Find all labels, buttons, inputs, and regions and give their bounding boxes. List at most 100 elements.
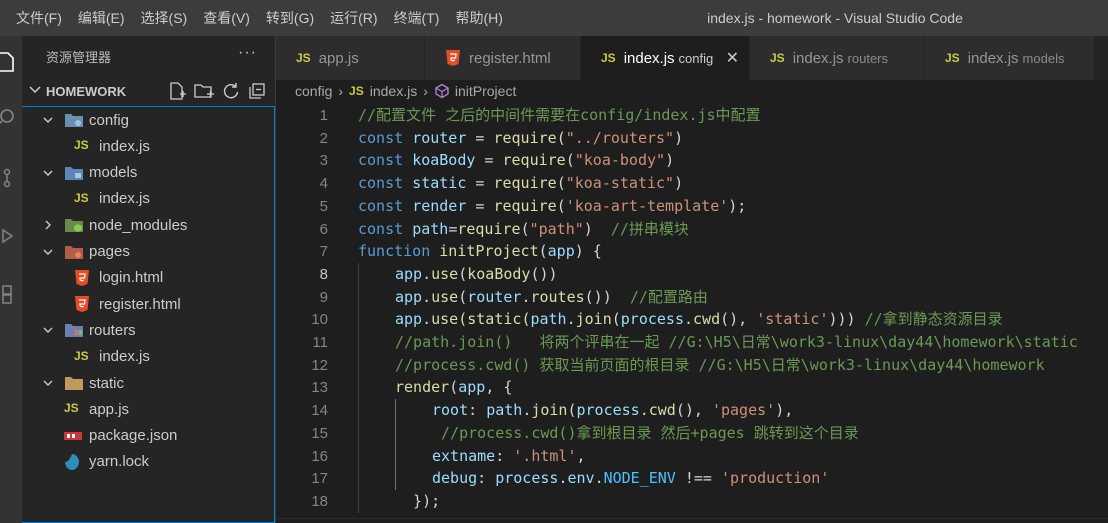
menu-item[interactable]: 运行(R) xyxy=(322,0,385,36)
code-token: process xyxy=(576,401,640,420)
models-folder-icon xyxy=(65,166,83,180)
indent-guide xyxy=(358,353,359,377)
breadcrumb-folder[interactable]: config xyxy=(295,83,332,99)
tab-label: index.js xyxy=(967,49,1019,67)
code-token: = xyxy=(466,174,494,193)
code-text: }); xyxy=(395,490,440,513)
code-text: app.use(koaBody()) xyxy=(395,263,558,286)
tree-item[interactable]: JS index.js xyxy=(22,133,274,159)
code-token: cwd xyxy=(693,310,721,329)
chevron-down-icon[interactable] xyxy=(28,82,42,96)
editor-tab[interactable]: register.html xyxy=(425,36,581,80)
menu-item[interactable]: 编辑(E) xyxy=(70,0,133,36)
editor-tab[interactable]: JS index.js models xyxy=(925,36,1095,80)
tree-item[interactable]: JS app.js xyxy=(22,396,274,422)
code-token: (), xyxy=(675,401,712,420)
code-token: static xyxy=(412,174,467,193)
menu-item[interactable]: 选择(S) xyxy=(133,0,196,36)
tree-item[interactable]: package.json xyxy=(22,423,274,449)
tree-item[interactable]: static xyxy=(22,370,274,396)
breadcrumb-file[interactable]: index.js xyxy=(370,83,417,99)
tree-item-label: models xyxy=(89,164,138,182)
extensions-icon[interactable] xyxy=(0,282,18,306)
tree-item[interactable]: login.html xyxy=(22,265,274,291)
editor-tab[interactable]: JS index.js config ✕ xyxy=(581,36,750,80)
code-token: debug xyxy=(432,469,478,488)
code-token: . xyxy=(522,401,532,420)
code-token: env xyxy=(567,469,595,488)
breadcrumb-symbol[interactable]: initProject xyxy=(455,83,516,99)
code-token: require xyxy=(493,196,557,215)
code-editor[interactable]: 1 //配置文件 之后的中间件需要在config/index.js中配置 2 cons… xyxy=(276,102,1108,523)
tree-item-label: login.html xyxy=(99,269,164,287)
js-file-icon: JS xyxy=(945,51,960,65)
code-text: function initProject(app) { xyxy=(358,240,602,263)
menu-item[interactable]: 终端(T) xyxy=(386,0,448,36)
more-actions-icon[interactable]: ··· xyxy=(238,44,257,62)
workspace-section-header[interactable]: HOMEWORK xyxy=(22,76,275,106)
tree-item[interactable]: JS index.js xyxy=(22,186,274,212)
close-tab-icon[interactable]: ✕ xyxy=(726,48,739,68)
run-debug-icon[interactable] xyxy=(0,224,18,248)
code-token: . xyxy=(422,310,432,329)
menu-item[interactable]: 帮助(H) xyxy=(447,0,510,36)
code-token: process xyxy=(620,310,684,329)
tree-item[interactable]: JS index.js xyxy=(22,344,274,370)
code-token: //process.cwd()拿到根目录 然后+pages 跳转到这个目录 xyxy=(432,423,859,442)
code-token: "path" xyxy=(529,219,584,238)
collapse-all-icon[interactable] xyxy=(247,81,267,101)
indent-guide xyxy=(395,421,396,445)
tree-item[interactable]: models xyxy=(22,160,274,186)
tree-item-label: routers xyxy=(89,321,136,339)
code-line: 4 const static = require("koa-static") xyxy=(276,172,1108,195)
html-file-icon xyxy=(75,269,89,286)
new-file-icon[interactable] xyxy=(167,81,187,101)
code-token: "koa-body" xyxy=(574,151,666,170)
code-token: ( xyxy=(449,378,459,397)
code-token: = xyxy=(448,219,458,238)
tree-item[interactable]: config xyxy=(22,107,274,133)
tree-item[interactable]: register.html xyxy=(22,291,274,317)
tree-item-label: yarn.lock xyxy=(89,453,150,471)
code-text: debug: process.env.NODE_ENV !== 'product… xyxy=(432,467,829,490)
menu-item[interactable]: 转到(G) xyxy=(258,0,322,36)
tree-item[interactable]: node_modules xyxy=(22,212,274,238)
editor-tab[interactable]: JS app.js xyxy=(276,36,425,80)
code-token: = xyxy=(466,128,494,147)
menu-item[interactable]: 查看(V) xyxy=(195,0,258,36)
code-token: require xyxy=(457,219,521,238)
search-icon[interactable] xyxy=(0,106,18,130)
code-token: ( xyxy=(458,310,468,329)
new-folder-icon[interactable] xyxy=(193,81,215,101)
indent-guide xyxy=(395,399,396,423)
explorer-title: 资源管理器 xyxy=(46,49,112,65)
explorer-icon[interactable] xyxy=(0,50,18,74)
code-token: . xyxy=(684,310,694,329)
editor-tab[interactable]: JS index.js routers xyxy=(750,36,925,80)
code-token: koaBody xyxy=(412,151,476,170)
indent-guide xyxy=(358,331,359,354)
code-token: ( xyxy=(538,242,548,261)
workspace-name: HOMEWORK xyxy=(46,83,127,99)
code-token: path xyxy=(530,310,567,329)
indent-guide xyxy=(395,467,396,491)
code-text: const path=require("path") //拼串模块 xyxy=(358,218,689,241)
code-line: 17 debug: process.env.NODE_ENV !== 'produ… xyxy=(276,467,1108,491)
menu-item[interactable]: 文件(F) xyxy=(8,0,70,36)
tree-item-label: pages xyxy=(89,243,130,260)
tree-item[interactable]: pages xyxy=(22,239,274,265)
code-line: 18 }); xyxy=(276,489,1108,513)
explorer-sidebar: 资源管理器 ··· HOMEWORK config JS index.js model… xyxy=(22,36,276,523)
code-line: 10 app.use(static(path.join(process.cwd()… xyxy=(276,308,1108,332)
code-token: = xyxy=(466,196,494,215)
code-token: static xyxy=(467,310,522,329)
code-token: app xyxy=(395,310,423,329)
source-control-icon[interactable] xyxy=(0,166,18,190)
line-number: 10 xyxy=(311,311,328,329)
js-file-icon: JS xyxy=(74,190,89,205)
tree-item[interactable]: yarn.lock xyxy=(22,449,274,475)
code-token: '.html' xyxy=(513,446,577,465)
refresh-icon[interactable] xyxy=(221,81,241,101)
code-text: root: path.join(process.cwd(), 'pages'), xyxy=(432,399,793,422)
tree-item[interactable]: routers xyxy=(22,317,274,343)
